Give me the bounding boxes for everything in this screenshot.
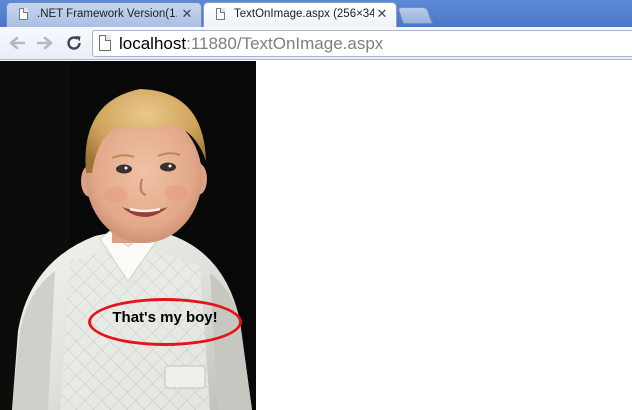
url-text[interactable]: localhost:11880/TextOnImage.aspx: [119, 34, 383, 54]
forward-button[interactable]: [34, 32, 56, 54]
tab-textonimage[interactable]: TextOnImage.aspx (256×34 ✕: [203, 2, 397, 27]
url-path: :11880/TextOnImage.aspx: [186, 34, 384, 53]
address-bar[interactable]: localhost:11880/TextOnImage.aspx: [92, 30, 632, 57]
boy-photo-illustration: [0, 61, 256, 410]
image-caption: That's my boy!: [112, 309, 218, 326]
tab-dotnet-framework[interactable]: .NET Framework Version(1.x ✕: [6, 2, 202, 27]
back-button[interactable]: [6, 32, 28, 54]
reload-button[interactable]: [63, 32, 85, 54]
tab-strip: .NET Framework Version(1.x ✕ TextOnImage…: [0, 0, 632, 27]
browser-toolbar: localhost:11880/TextOnImage.aspx: [0, 27, 632, 60]
generated-image: That's my boy!: [0, 61, 256, 410]
page-icon: [216, 8, 225, 20]
close-icon[interactable]: ✕: [376, 7, 388, 21]
tab-title: TextOnImage.aspx (256×34: [234, 8, 374, 20]
close-icon[interactable]: ✕: [181, 7, 193, 21]
arrow-left-icon: [9, 36, 26, 50]
arrow-right-icon: [36, 36, 53, 50]
reload-icon: [67, 36, 81, 50]
page-icon: [99, 35, 111, 51]
page-content: That's my boy!: [0, 61, 632, 410]
new-tab-button[interactable]: [396, 7, 434, 24]
page-icon: [19, 8, 28, 20]
tab-title: .NET Framework Version(1.x: [37, 8, 177, 20]
url-host: localhost: [119, 34, 187, 53]
